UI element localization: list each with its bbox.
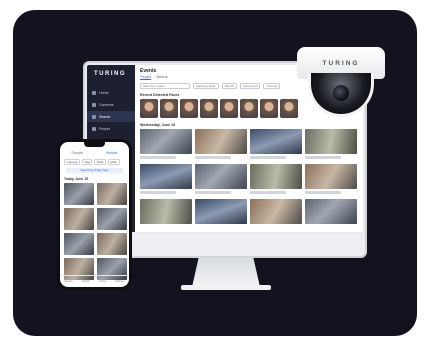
camera-lens xyxy=(333,85,349,101)
phone-event-thumbnail[interactable] xyxy=(64,233,94,255)
sidebar-item-cameras[interactable]: Cameras xyxy=(87,99,135,110)
event-card[interactable] xyxy=(250,129,302,159)
face-thumbnail[interactable] xyxy=(240,99,258,118)
phone-event-thumbnail[interactable] xyxy=(97,208,127,230)
search-icon xyxy=(92,114,96,119)
face-thumbnail[interactable] xyxy=(280,99,298,118)
sidebar-nav: Home Cameras Search People Vehicle xyxy=(87,87,135,147)
monitor-base xyxy=(181,285,271,290)
event-caption xyxy=(195,191,231,194)
phone-tab-people[interactable]: People xyxy=(72,151,83,155)
event-image xyxy=(250,199,302,224)
camera-logo: TURING xyxy=(322,60,360,67)
phone-bottom-nav: Events Search Alerts Settings xyxy=(60,275,129,287)
event-card[interactable] xyxy=(305,129,357,159)
phone-tab-vehicle[interactable]: Vehicle xyxy=(106,151,118,155)
phone-search-bar[interactable]: Search by Image Tags xyxy=(66,168,123,173)
phone-site-filter[interactable]: Site xyxy=(82,159,93,165)
home-icon xyxy=(92,90,96,95)
event-card[interactable] xyxy=(250,199,302,224)
event-card[interactable] xyxy=(250,164,302,194)
event-image xyxy=(305,129,357,154)
event-grid xyxy=(140,129,357,224)
face-thumbnail[interactable] xyxy=(260,99,278,118)
site-filter[interactable]: Site All xyxy=(221,83,237,89)
face-thumbnail[interactable] xyxy=(180,99,198,118)
phone-tab-bar: People Vehicle xyxy=(60,151,129,155)
sidebar-item-label: Search xyxy=(99,114,111,119)
event-card[interactable] xyxy=(305,164,357,194)
event-caption xyxy=(140,191,176,194)
face-thumbnail[interactable] xyxy=(160,99,178,118)
event-caption xyxy=(250,156,286,159)
page-title: Events xyxy=(140,68,157,74)
camera-filter[interactable]: Camera All xyxy=(239,83,261,89)
phone-event-grid xyxy=(64,183,127,280)
sidebar-item-search[interactable]: Search xyxy=(87,111,135,122)
event-card[interactable] xyxy=(195,199,247,224)
event-image xyxy=(250,129,302,154)
date-heading: Wednesday, June 15 xyxy=(140,123,176,127)
sidebar-brand: TURING xyxy=(94,71,126,77)
phone-event-thumbnail[interactable] xyxy=(97,183,127,205)
phone-camera-filter[interactable]: Camera xyxy=(64,159,81,165)
face-thumbnail[interactable] xyxy=(200,99,218,118)
event-card[interactable] xyxy=(195,164,247,194)
event-caption xyxy=(305,156,341,159)
event-image xyxy=(140,199,192,224)
person-icon xyxy=(92,126,96,131)
phone-filter-bar: Camera Site Date Filter xyxy=(64,159,120,165)
event-image xyxy=(195,199,247,224)
dome-camera: TURING xyxy=(297,47,387,117)
event-caption xyxy=(305,191,341,194)
filter-bar: Search by name... Select by Date Site Al… xyxy=(140,83,280,89)
phone-event-thumbnail[interactable] xyxy=(97,233,127,255)
mobile-phone: People Vehicle Camera Site Date Filter S… xyxy=(57,139,132,290)
faces-heading: Recent Detected Faces xyxy=(140,93,180,97)
phone-nav-events[interactable]: Events xyxy=(65,280,73,283)
phone-date-heading: Today, June 15 xyxy=(64,177,88,181)
monitor-stand xyxy=(192,257,260,287)
tab-people[interactable]: People xyxy=(140,75,152,80)
phone-nav-search[interactable]: Search xyxy=(82,280,90,283)
event-card[interactable] xyxy=(305,199,357,224)
phone-screen: People Vehicle Camera Site Date Filter S… xyxy=(60,142,129,287)
event-image xyxy=(195,164,247,189)
sidebar-item-label: Cameras xyxy=(99,102,114,107)
event-image xyxy=(305,164,357,189)
event-image xyxy=(140,129,192,154)
event-image xyxy=(140,164,192,189)
event-image xyxy=(305,199,357,224)
event-card[interactable] xyxy=(140,199,192,224)
tab-vehicle[interactable]: Vehicle xyxy=(156,75,168,80)
phone-more-filter[interactable]: Filter xyxy=(107,159,120,165)
event-caption xyxy=(195,156,231,159)
sidebar-item-label: Home xyxy=(99,90,109,95)
phone-event-thumbnail[interactable] xyxy=(64,208,94,230)
event-image xyxy=(250,164,302,189)
event-caption xyxy=(250,191,286,194)
phone-date-filter[interactable]: Date xyxy=(94,159,106,165)
phone-event-thumbnail[interactable] xyxy=(64,183,94,205)
phone-nav-alerts[interactable]: Alerts xyxy=(99,280,106,283)
time-filter[interactable]: Time All xyxy=(263,83,280,89)
event-image xyxy=(195,129,247,154)
event-card[interactable] xyxy=(140,164,192,194)
phone-nav-settings[interactable]: Settings xyxy=(115,280,124,283)
event-card[interactable] xyxy=(195,129,247,159)
phone-notch xyxy=(84,142,105,147)
face-thumbnail[interactable] xyxy=(140,99,158,118)
sidebar-item-label: People xyxy=(99,126,111,131)
event-caption xyxy=(140,156,176,159)
search-input[interactable]: Search by name... xyxy=(140,83,190,89)
face-strip xyxy=(140,99,298,118)
sidebar-item-people[interactable]: People xyxy=(87,123,135,134)
event-card[interactable] xyxy=(140,129,192,159)
sidebar-item-home[interactable]: Home xyxy=(87,87,135,98)
tab-bar: People Vehicle xyxy=(140,75,168,80)
camera-icon xyxy=(92,102,96,107)
face-thumbnail[interactable] xyxy=(220,99,238,118)
date-filter[interactable]: Select by Date xyxy=(193,83,219,89)
